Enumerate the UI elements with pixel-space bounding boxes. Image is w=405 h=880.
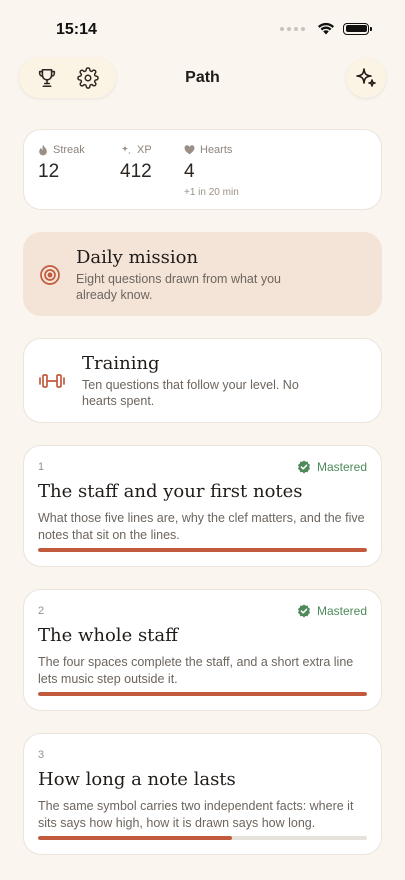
training-description: Ten questions that follow your level. No… — [82, 378, 299, 408]
training-card[interactable]: Training Ten questions that follow your … — [23, 338, 382, 423]
lesson-title: The whole staff — [38, 625, 178, 646]
stat-value: 12 — [38, 161, 60, 182]
lesson-title: How long a note lasts — [38, 769, 236, 790]
dumbbell-icon — [38, 369, 66, 398]
lesson-card[interactable]: 1 Mastered The staff and your first note… — [23, 445, 382, 567]
lesson-number: 2 — [38, 605, 45, 617]
hearts-refill-note: +1 in 20 min — [184, 187, 239, 198]
verified-check-icon — [297, 460, 310, 474]
sparkle-icon[interactable] — [346, 58, 386, 98]
lesson-description: The same symbol carries two independent … — [38, 799, 354, 830]
stat-value: 4 — [184, 161, 195, 182]
lesson-progress-fill — [38, 692, 367, 696]
lesson-progress-bar — [38, 836, 367, 840]
status-icons — [280, 22, 372, 35]
stat-hearts: Hearts 4 +1 in 20 min — [184, 144, 239, 198]
mastered-label: Mastered — [316, 460, 367, 474]
stat-value: 412 — [120, 161, 152, 182]
status-bar: 15:14 — [0, 0, 405, 58]
sparkle-small-icon — [121, 145, 131, 155]
flame-icon — [39, 144, 47, 156]
battery-icon — [343, 22, 372, 35]
verified-check-icon — [297, 604, 310, 618]
stat-label: Hearts — [200, 144, 233, 156]
lesson-description: The four spaces complete the staff, and … — [38, 655, 354, 686]
lesson-description: What those five lines are, why the clef … — [38, 511, 365, 542]
stat-label: XP — [137, 144, 152, 156]
mastered-label: Mastered — [316, 604, 367, 618]
lesson-progress-fill — [38, 548, 367, 552]
mastered-badge: Mastered — [297, 604, 367, 618]
daily-mission-description: Eight questions drawn from what you alre… — [76, 272, 281, 302]
daily-mission-card[interactable]: Daily mission Eight questions drawn from… — [23, 232, 382, 316]
status-time: 15:14 — [56, 21, 97, 38]
lesson-card[interactable]: 3 How long a note lasts The same symbol … — [23, 733, 382, 855]
stat-label: Streak — [53, 144, 85, 156]
lesson-progress-bar — [38, 548, 367, 552]
mastered-badge: Mastered — [297, 460, 367, 474]
page-title: Path — [185, 69, 220, 86]
heart-icon — [184, 145, 195, 155]
stats-card: Streak 12 XP 412 Hearts 4 +1 in 20 min — [23, 129, 382, 210]
target-icon — [38, 263, 62, 292]
stat-xp: XP 412 — [120, 144, 152, 183]
lesson-progress-fill — [38, 836, 233, 840]
lesson-number: 3 — [38, 749, 45, 761]
lesson-progress-bar — [38, 692, 367, 696]
daily-mission-title: Daily mission — [76, 247, 199, 268]
lesson-title: The staff and your first notes — [38, 481, 303, 502]
lesson-number: 1 — [38, 461, 45, 473]
wifi-icon — [318, 22, 334, 35]
lesson-card[interactable]: 2 Mastered The whole staff The four spac… — [23, 589, 382, 711]
training-title: Training — [82, 353, 160, 374]
stat-streak: Streak 12 — [38, 144, 85, 183]
signal-icon — [280, 26, 305, 31]
